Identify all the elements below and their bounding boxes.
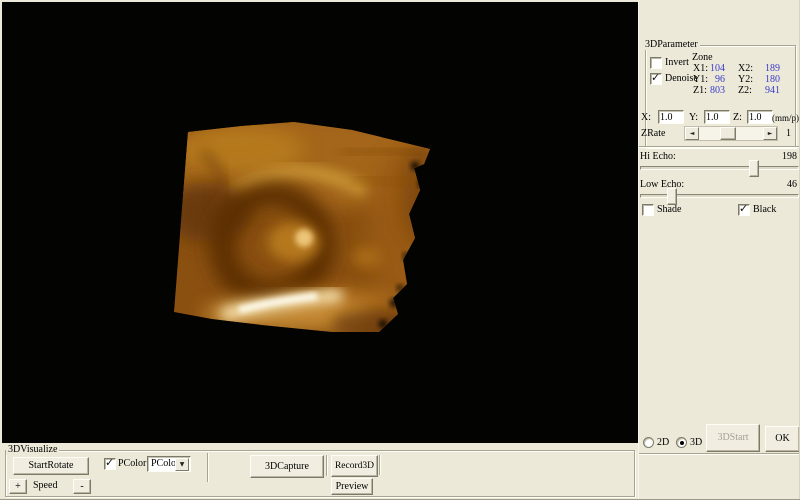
zone-title: Zone [692,52,713,63]
mode-2d-radio[interactable] [643,437,654,448]
hi-echo-slider-track[interactable] [640,166,799,170]
zone-y2-label: Y2: [738,74,753,85]
zone-x2-label: X2: [738,63,753,74]
scroll-left-button[interactable]: ◄ [685,127,699,140]
zone-z1-value: 803 [710,85,725,96]
check-icon: ✓ [651,71,661,84]
voxel-x-input[interactable] [658,110,684,124]
dropdown-arrow-icon[interactable]: ▼ [175,458,189,471]
toolbar-separator [379,455,381,475]
zrate-scroll-thumb[interactable] [720,127,736,140]
ultrasound-3d-render [174,122,430,332]
speed-minus-button[interactable]: - [73,479,91,494]
zrate-value: 1 [786,128,791,139]
low-echo-value: 46 [787,179,797,190]
invert-label: Invert [665,57,689,68]
scroll-left-icon: ◄ [689,129,695,137]
black-label: Black [753,204,777,215]
mode-2d-label: 2D [657,437,670,448]
visualize-group-title: 3DVisualize [6,444,60,455]
parameter-panel: 3DParameter Invert ✓ Denoise Zone X1: 10… [638,0,800,500]
zone-x1-value: 104 [710,63,725,74]
mode-3d-radio[interactable] [676,437,687,448]
voxel-x-label: X: [641,112,651,123]
low-echo-slider-thumb[interactable] [667,188,677,205]
zone-y2-value: 180 [765,74,780,85]
scroll-right-icon: ► [767,129,773,137]
voxel-y-label: Y: [689,112,699,123]
toolbar-separator [326,455,328,476]
voxel-unit-label: (mm/p) [772,113,799,123]
denoise-checkbox[interactable]: ✓ [650,71,662,85]
render-viewport[interactable] [2,2,638,443]
parameter-separator [639,146,800,148]
3dcapture-button[interactable]: 3DCapture [250,455,324,478]
shade-checkbox[interactable] [642,204,654,216]
chevron-down-icon: ▼ [179,460,185,468]
voxel-z-label: Z: [733,112,742,123]
hi-echo-slider-thumb[interactable] [749,160,759,177]
black-checkbox[interactable]: ✓ [738,202,750,216]
ok-button[interactable]: OK [765,426,800,452]
3dstart-button[interactable]: 3DStart [706,424,760,452]
zrate-label: ZRate [641,128,666,139]
ultrasound-3d-app-window: { "window": { "background": "#ece9d8" },… [0,0,800,500]
invert-checkbox[interactable] [650,57,662,69]
check-icon: ✓ [739,202,749,215]
zone-z2-label: Z2: [738,85,752,96]
speed-label: Speed [33,480,58,491]
visualize-panel: 3DVisualize StartRotate + Speed - ✓ PCol… [2,443,638,498]
pcolor-dropdown[interactable]: PColor ▼ [147,456,191,472]
voxel-z-input[interactable] [747,110,773,124]
scroll-right-button[interactable]: ► [763,127,777,140]
zrate-scrollbar[interactable]: ◄ ► [684,126,778,141]
panel-bottom-separator [639,453,800,455]
shade-label: Shade [657,204,682,215]
pcolor-checkbox-label: PColor [118,458,147,469]
zone-y1-value: 96 [715,74,725,85]
low-echo-label: Low Echo: [640,179,685,190]
hi-echo-value: 198 [782,151,797,162]
zone-x2-value: 189 [765,63,780,74]
pcolor-checkbox[interactable]: ✓ [104,456,116,470]
mode-3d-label: 3D [690,437,703,448]
low-echo-slider-track[interactable] [640,194,799,198]
voxel-y-input[interactable] [704,110,730,124]
start-rotate-button[interactable]: StartRotate [13,457,89,475]
toolbar-separator [207,453,209,482]
check-icon: ✓ [105,456,115,469]
record3d-button[interactable]: Record3D [331,455,378,477]
parameter-group-title: 3DParameter [643,39,700,50]
preview-button[interactable]: Preview [331,478,373,495]
speed-plus-button[interactable]: + [9,479,27,494]
zone-z2-value: 941 [765,85,780,96]
hi-echo-label: Hi Echo: [640,151,676,162]
